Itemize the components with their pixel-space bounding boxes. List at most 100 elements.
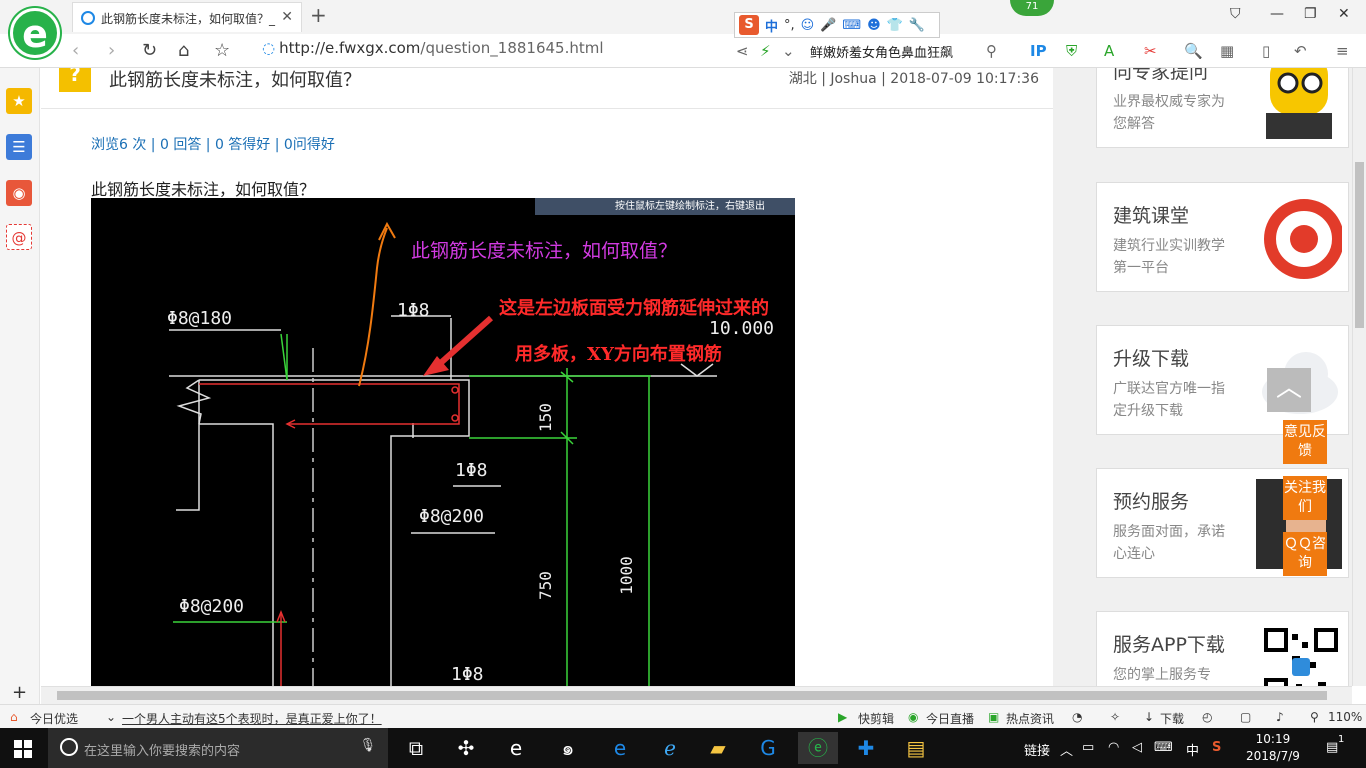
shield-icon[interactable]: ⛨: [1066, 42, 1077, 60]
favorite-star-icon[interactable]: ☆: [214, 40, 230, 61]
zoom-level[interactable]: 110%: [1328, 710, 1362, 724]
notification-badge[interactable]: 71: [1010, 0, 1054, 16]
cad-annotation-question: 此钢筋长度未标注，如何取值？: [411, 240, 678, 262]
tablet-icon[interactable]: ▯: [1262, 42, 1270, 60]
apps-icon[interactable]: ▦: [1220, 42, 1234, 60]
question-stats[interactable]: 浏览6 次 | 0 回答 | 0 答得好 | 0问得好: [91, 134, 335, 154]
keyboard-tray-icon[interactable]: ⌨: [1154, 740, 1173, 755]
skin-icon[interactable]: 👕: [887, 18, 903, 33]
speed-dial-icon[interactable]: ◴: [1202, 710, 1212, 724]
ie-app-icon[interactable]: e: [496, 732, 536, 764]
cad-label-phi8-180: Φ8@180: [167, 308, 233, 329]
close-tab-icon[interactable]: ✕: [281, 9, 293, 25]
cad-label-1phi8-bottom: 1Φ8: [451, 664, 484, 685]
dropdown-icon[interactable]: ⌄: [782, 42, 795, 60]
new-tab-button[interactable]: +: [310, 3, 327, 27]
g-app-icon[interactable]: G: [748, 732, 788, 764]
question-article: ? 此钢筋长度未标注，如何取值？ 湖北 | Joshua | 2018-07-0…: [41, 68, 1053, 686]
ime-mode[interactable]: 中: [765, 16, 778, 35]
back-icon[interactable]: ‹: [72, 40, 79, 61]
tools-icon[interactable]: ✧: [1110, 710, 1120, 724]
volume-icon[interactable]: ◁: [1132, 740, 1142, 755]
news-ticker-link[interactable]: 一个男人主动有这5个表现时，是真正爱上你了！: [122, 710, 382, 727]
emoji-icon[interactable]: ☺: [801, 18, 815, 33]
translate-icon[interactable]: A: [1104, 42, 1114, 60]
live-icon: ◉: [908, 710, 919, 724]
sogou-tray-icon[interactable]: S: [1212, 740, 1221, 755]
notification-center-icon[interactable]: ▤: [1326, 740, 1338, 755]
wrench-icon[interactable]: 🔧: [909, 18, 925, 33]
card-ask-expert[interactable]: 向专家提问 业界最权威专家为您解答: [1096, 68, 1349, 148]
vertical-scrollbar[interactable]: [1352, 68, 1366, 686]
pinwheel-app-icon[interactable]: ✣: [446, 732, 486, 764]
maximize-button[interactable]: ❐: [1304, 6, 1317, 22]
browser-tab[interactable]: 此钢筋长度未标注，如何取值？_ ✕: [72, 2, 302, 32]
news-feed-icon[interactable]: ☰: [6, 134, 32, 160]
browser-logo[interactable]: e: [10, 8, 60, 58]
qq-consult-button[interactable]: ＱＱ咨询: [1283, 532, 1327, 576]
home-icon[interactable]: ⌂: [178, 40, 189, 61]
follow-us-button[interactable]: 关注我们: [1283, 476, 1327, 520]
shirt-icon[interactable]: ⛉: [1230, 6, 1241, 22]
taskbar-search[interactable]: 在这里输入你要搜索的内容 🎙: [48, 728, 388, 768]
internet-explorer-icon[interactable]: ℯ: [650, 732, 690, 764]
notes-app-icon[interactable]: ▤: [896, 732, 936, 764]
task-view-icon[interactable]: ⧉: [396, 732, 436, 764]
mute-icon[interactable]: ♪: [1276, 710, 1284, 724]
card-building-class[interactable]: 建筑课堂 建筑行业实训教学第一平台: [1096, 182, 1349, 292]
share-icon[interactable]: ⋖: [736, 42, 749, 60]
gift-icon[interactable]: ⌂: [10, 710, 18, 724]
page-title: 此钢筋长度未标注，如何取值？: [109, 70, 361, 91]
quick-clip-button[interactable]: 快剪辑: [858, 710, 894, 727]
email-icon[interactable]: @: [6, 224, 32, 250]
back-to-top-button[interactable]: ︿: [1267, 368, 1311, 412]
window-icon[interactable]: ▢: [1240, 710, 1251, 724]
keyboard-icon[interactable]: ⌨: [842, 18, 861, 33]
undo-icon[interactable]: ↶: [1294, 42, 1307, 60]
favorites-icon[interactable]: ★: [6, 88, 32, 114]
edge-icon[interactable]: e: [600, 732, 640, 764]
chevron-up-icon[interactable]: ︿: [1060, 740, 1073, 759]
microphone-icon[interactable]: 🎙: [359, 738, 376, 753]
input-method[interactable]: 中: [1186, 740, 1199, 759]
refresh-icon[interactable]: ↻: [142, 40, 157, 61]
mic-icon[interactable]: 🎤: [820, 18, 836, 33]
windows-start-icon[interactable]: [14, 740, 32, 758]
user-icon[interactable]: ☻: [867, 18, 881, 33]
sogou-icon[interactable]: S: [739, 15, 759, 35]
search-icon[interactable]: ⚲: [986, 42, 997, 60]
live-button[interactable]: 今日直播: [926, 710, 974, 727]
weibo-icon[interactable]: ◉: [6, 180, 32, 206]
plus-app-icon[interactable]: ✚: [846, 732, 886, 764]
link-label[interactable]: 链接: [1024, 740, 1050, 759]
address-bar[interactable]: ◌ http://e.fwxgx.com/question_1881645.htm…: [262, 39, 604, 57]
card-app-download[interactable]: 服务APP下载 您的掌上服务专: [1096, 611, 1349, 686]
spiral-app-icon[interactable]: ๑: [548, 732, 588, 764]
hot-news-button[interactable]: 热点资讯: [1006, 710, 1054, 727]
search-box[interactable]: 鲜嫩娇羞女角色鼻血狂飙: [810, 42, 1010, 61]
battery-icon[interactable]: ▭: [1082, 740, 1094, 755]
speed-icon[interactable]: ◔: [1072, 710, 1082, 724]
forward-icon[interactable]: ›: [108, 40, 115, 61]
system-clock[interactable]: 10:19 2018/7/9: [1246, 731, 1300, 765]
card-upgrade-download[interactable]: 升级下载 广联达官方唯一指定升级下载: [1096, 325, 1349, 435]
minimize-button[interactable]: —: [1270, 6, 1284, 22]
wifi-icon[interactable]: ◠: [1108, 740, 1119, 755]
chevron-down-icon[interactable]: ⌄: [106, 710, 116, 724]
magnifier-icon[interactable]: 🔍: [1184, 42, 1203, 60]
feedback-button[interactable]: 意见反馈: [1283, 420, 1327, 464]
today-picks-link[interactable]: 今日优选: [30, 710, 78, 727]
file-explorer-icon[interactable]: ▰: [698, 732, 738, 764]
lightning-icon[interactable]: ⚡: [760, 42, 771, 60]
browser-app-icon[interactable]: ⓔ: [798, 732, 838, 764]
add-sidebar-icon[interactable]: +: [12, 682, 27, 703]
ime-punct[interactable]: °,: [784, 18, 795, 33]
download-button[interactable]: 下载: [1160, 710, 1184, 727]
ip-extension-icon[interactable]: IP: [1030, 42, 1047, 60]
scissors-icon[interactable]: ✂: [1144, 42, 1157, 60]
zoom-icon[interactable]: ⚲: [1310, 710, 1319, 724]
qr-code-icon: [1264, 628, 1338, 686]
close-window-button[interactable]: ✕: [1338, 6, 1350, 22]
menu-icon[interactable]: ≡: [1336, 42, 1349, 60]
horizontal-scrollbar[interactable]: [41, 686, 1352, 704]
